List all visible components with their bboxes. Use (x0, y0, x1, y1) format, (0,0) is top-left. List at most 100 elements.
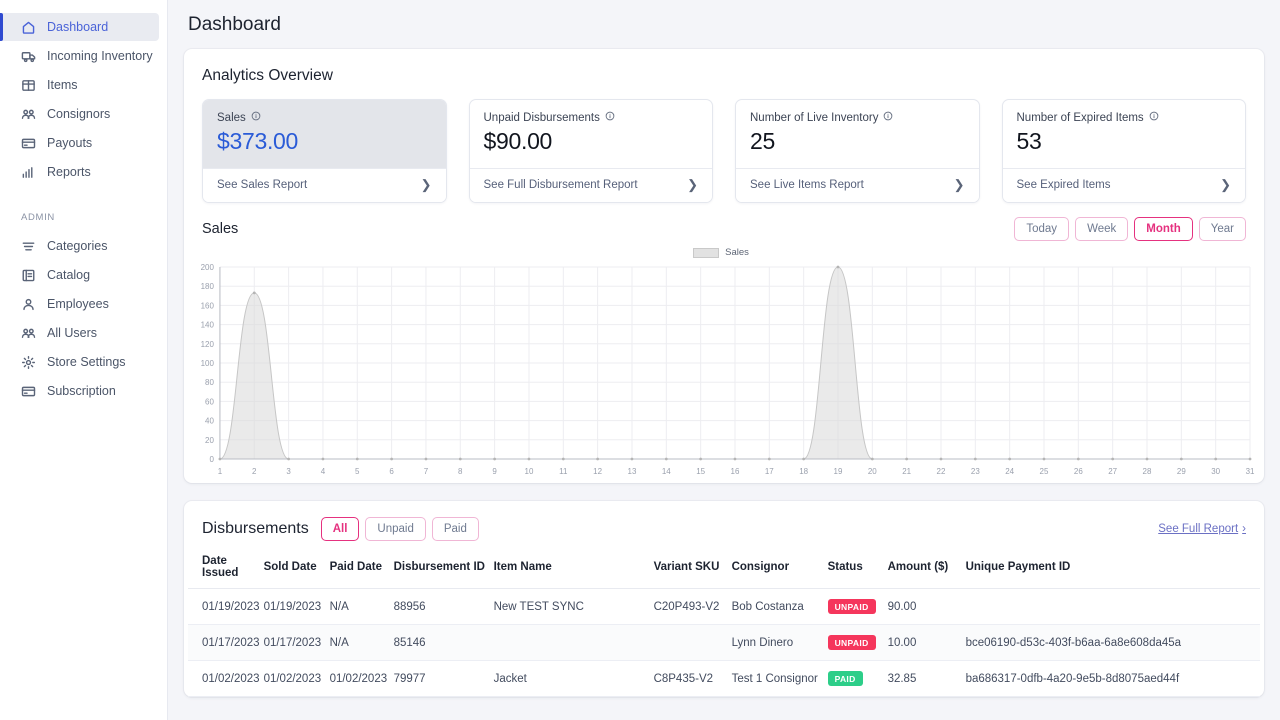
sidebar-item-items[interactable]: Items (0, 71, 159, 99)
stat-card-link[interactable]: See Full Disbursement Report ❯ (470, 168, 713, 202)
stat-card-value: $373.00 (217, 128, 432, 155)
stat-card-value: 53 (1017, 128, 1232, 155)
sidebar-item-payouts[interactable]: Payouts (0, 129, 159, 157)
stat-card-value: $90.00 (484, 128, 699, 155)
sidebar-item-label: Catalog (47, 268, 90, 282)
svg-text:30: 30 (1211, 467, 1220, 476)
sidebar-item-store-settings[interactable]: Store Settings (0, 348, 159, 376)
table-cell-amount: 10.00 (888, 625, 966, 661)
bar-chart-icon (21, 165, 36, 180)
chevron-right-icon: ❯ (421, 177, 432, 193)
svg-text:200: 200 (201, 263, 215, 272)
stat-card-value: 25 (750, 128, 965, 155)
table-cell-sold-date: 01/19/2023 (264, 589, 330, 625)
stat-card-link-label: See Expired Items (1017, 179, 1111, 191)
sidebar-item-incoming-inventory[interactable]: Incoming Inventory (0, 42, 159, 70)
legend-swatch-sales (693, 248, 719, 258)
svg-text:1: 1 (218, 467, 223, 476)
chart-range-toggle[interactable]: Today Week Month Year (1014, 217, 1246, 241)
table-cell-disbursement-id: 88956 (394, 589, 494, 625)
table-cell-date-issued: 01/17/2023 (188, 625, 264, 661)
table-row[interactable]: 01/02/202301/02/202301/02/202379977Jacke… (188, 661, 1260, 697)
truck-icon (21, 49, 36, 64)
sidebar-item-reports[interactable]: Reports (0, 158, 159, 186)
svg-text:31: 31 (1246, 467, 1255, 476)
svg-text:29: 29 (1177, 467, 1186, 476)
sidebar-item-dashboard[interactable]: Dashboard (0, 13, 159, 41)
status-badge: PAID (828, 671, 863, 686)
disbursements-table: Date IssuedSold DatePaid DateDisbursemen… (188, 555, 1260, 697)
sidebar-item-label: Employees (47, 297, 109, 311)
table-cell-sold-date: 01/02/2023 (264, 661, 330, 697)
table-cell-amount: 32.85 (888, 661, 966, 697)
svg-text:20: 20 (868, 467, 877, 476)
stat-card-link-label: See Live Items Report (750, 179, 864, 191)
home-icon (21, 20, 36, 35)
table-cell-paid-date: N/A (330, 589, 394, 625)
svg-text:180: 180 (201, 282, 215, 291)
table-cell-item-name: Jacket (494, 661, 654, 697)
table-cell-status: UNPAID (828, 589, 888, 625)
stat-card-body: Sales $373.00 (203, 100, 446, 168)
table-row[interactable]: 01/19/202301/19/2023N/A88956New TEST SYN… (188, 589, 1260, 625)
svg-text:140: 140 (201, 321, 215, 330)
range-button-week[interactable]: Week (1075, 217, 1128, 241)
stat-card[interactable]: Sales $373.00 See Sales Report ❯ (202, 99, 447, 203)
sidebar-item-all-users[interactable]: All Users (0, 319, 159, 347)
stat-card-body: Unpaid Disbursements $90.00 (470, 100, 713, 168)
svg-text:21: 21 (902, 467, 911, 476)
table-cell-disbursement-id: 79977 (394, 661, 494, 697)
table-header-cell: Date Issued (188, 555, 264, 589)
main-content: Dashboard Analytics Overview Sales $373.… (168, 0, 1280, 720)
disbursements-filter-group[interactable]: All Unpaid Paid (321, 517, 479, 541)
sidebar-item-catalog[interactable]: Catalog (0, 261, 159, 289)
stat-card[interactable]: Number of Live Inventory 25 See Live Ite… (735, 99, 980, 203)
svg-text:16: 16 (731, 467, 740, 476)
svg-text:14: 14 (662, 467, 671, 476)
svg-text:27: 27 (1108, 467, 1117, 476)
table-cell-consignor: Lynn Dinero (732, 625, 828, 661)
svg-text:12: 12 (593, 467, 602, 476)
table-cell-status: PAID (828, 661, 888, 697)
analytics-overview-card: Analytics Overview Sales $373.00 See Sal… (184, 49, 1264, 483)
sidebar-item-label: Store Settings (47, 355, 126, 369)
sidebar-item-employees[interactable]: Employees (0, 290, 159, 318)
range-button-month[interactable]: Month (1134, 217, 1192, 241)
range-button-today[interactable]: Today (1014, 217, 1069, 241)
sidebar-section-admin: ADMIN (0, 212, 167, 223)
stat-card[interactable]: Unpaid Disbursements $90.00 See Full Dis… (469, 99, 714, 203)
person-icon (21, 297, 36, 312)
table-cell-paid-date: N/A (330, 625, 394, 661)
book-icon (21, 268, 36, 283)
info-icon[interactable] (1149, 111, 1159, 124)
svg-text:23: 23 (971, 467, 980, 476)
stat-card-link[interactable]: See Live Items Report ❯ (736, 168, 979, 202)
table-row[interactable]: 01/17/202301/17/2023N/A85146Lynn DineroU… (188, 625, 1260, 661)
svg-text:120: 120 (201, 340, 215, 349)
table-header-cell: Status (828, 555, 888, 589)
disbursement-filter-all[interactable]: All (321, 517, 360, 541)
stat-card-label: Number of Live Inventory (750, 111, 965, 124)
stat-card-link[interactable]: See Expired Items ❯ (1003, 168, 1246, 202)
info-icon[interactable] (883, 111, 893, 124)
stat-card-link-label: See Full Disbursement Report (484, 179, 638, 191)
info-icon[interactable] (605, 111, 615, 124)
disbursement-filter-unpaid[interactable]: Unpaid (365, 517, 425, 541)
chevron-right-icon: › (1242, 523, 1246, 535)
sidebar-item-consignors[interactable]: Consignors (0, 100, 159, 128)
stat-card[interactable]: Number of Expired Items 53 See Expired I… (1002, 99, 1247, 203)
see-full-report-link[interactable]: See Full Report › (1158, 523, 1246, 535)
sidebar-item-subscription[interactable]: Subscription (0, 377, 159, 405)
range-button-year[interactable]: Year (1199, 217, 1246, 241)
analytics-title: Analytics Overview (184, 49, 1264, 85)
sidebar: Dashboard Incoming Inventory Items Consi… (0, 0, 168, 720)
svg-text:18: 18 (799, 467, 808, 476)
box-icon (21, 78, 36, 93)
stat-card-link[interactable]: See Sales Report ❯ (203, 168, 446, 202)
info-icon[interactable] (251, 111, 261, 124)
disbursement-filter-paid[interactable]: Paid (432, 517, 479, 541)
disbursements-header: Disbursements All Unpaid Paid See Full R… (184, 501, 1264, 541)
table-cell-unique-payment-id: bce06190-d53c-403f-b6aa-6a8e608da45a (966, 625, 1260, 661)
sidebar-item-label: Payouts (47, 136, 92, 150)
sidebar-item-categories[interactable]: Categories (0, 232, 159, 260)
